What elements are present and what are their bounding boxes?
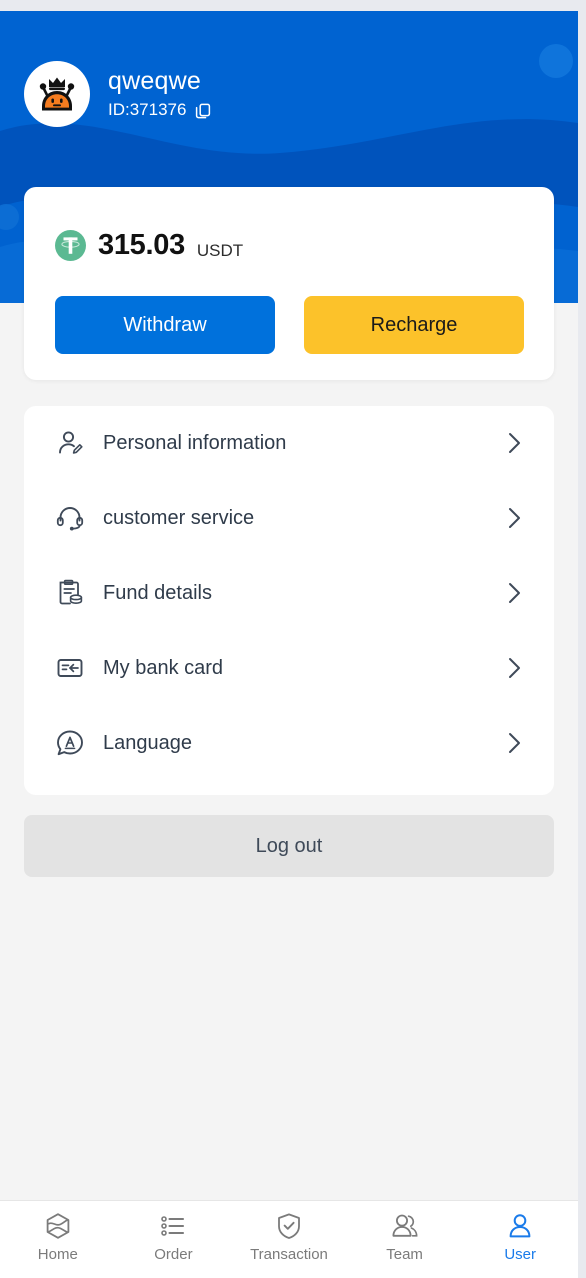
people-team-icon [392,1214,418,1237]
menu-item-fund-details[interactable]: Fund details [55,556,523,631]
chevron-right-icon [509,582,520,603]
nav-item-user[interactable]: User [462,1211,578,1262]
menu-item-label: Language [103,731,192,754]
nav-item-label: Team [386,1246,423,1263]
withdraw-button[interactable]: Withdraw [55,296,275,354]
username: qweqwe [108,66,201,95]
nav-item-label: Transaction [250,1246,328,1263]
chevron-right-icon [509,433,520,454]
menu-item-label: My bank card [103,656,224,679]
bottom-navigation: Home Order Transaction Team User [0,1200,578,1278]
nav-item-transaction[interactable]: Transaction [231,1211,347,1262]
list-order-icon [161,1216,185,1236]
profile-block[interactable]: qweqwe ID:371376 [24,61,212,127]
profile-text: qweqwe ID:371376 [108,66,212,120]
nav-item-home[interactable]: Home [0,1211,116,1262]
user-edit-icon [59,431,83,455]
copy-icon[interactable] [194,102,212,120]
menu-item-label: Fund details [103,581,212,604]
nav-item-label: Home [37,1246,78,1263]
robot-crown-avatar-icon [39,77,75,111]
menu-item-my-bank-card[interactable]: My bank card [55,630,523,705]
recharge-button[interactable]: Recharge [304,296,524,354]
user-id-label: ID:371376 [108,100,187,120]
balance-row: 315.03 USDT [55,230,243,261]
app-root: qweqwe ID:371376 315.03 USDT Withdraw Re… [0,0,586,1278]
balance-currency: USDT [196,241,244,260]
chevron-right-icon [509,657,520,678]
menu-item-label: customer service [103,507,255,530]
phone-viewport: qweqwe ID:371376 315.03 USDT Withdraw Re… [0,11,578,1278]
nav-item-team[interactable]: Team [347,1211,463,1262]
menu-item-customer-service[interactable]: customer service [55,481,523,556]
fund-details-icon [59,579,83,605]
bank-card-icon [57,658,83,677]
balance-actions: Withdraw Recharge [55,296,524,354]
balance-card: 315.03 USDT Withdraw Recharge [24,187,554,380]
menu-item-personal-information[interactable]: Personal information [55,406,523,481]
language-icon [57,730,83,755]
nav-item-order[interactable]: Order [116,1211,232,1262]
nav-item-label: User [504,1246,536,1263]
log-out-button[interactable]: Log out [24,815,554,877]
tether-usdt-icon [55,230,86,261]
shield-check-icon [278,1213,300,1239]
headset-icon [56,507,84,531]
avatar[interactable] [24,61,90,127]
balance-amount: 315.03 [98,229,185,261]
user-person-icon [509,1214,531,1238]
chevron-right-icon [509,732,520,753]
settings-menu-card: Personal information customer service Fu… [24,406,554,795]
nav-item-label: Order [154,1246,193,1263]
user-id-row[interactable]: ID:371376 [108,101,212,120]
menu-item-label: Personal information [103,432,287,455]
chevron-right-icon [509,508,520,529]
menu-item-language[interactable]: Language [55,705,523,780]
hexagon-home-icon [46,1213,70,1239]
